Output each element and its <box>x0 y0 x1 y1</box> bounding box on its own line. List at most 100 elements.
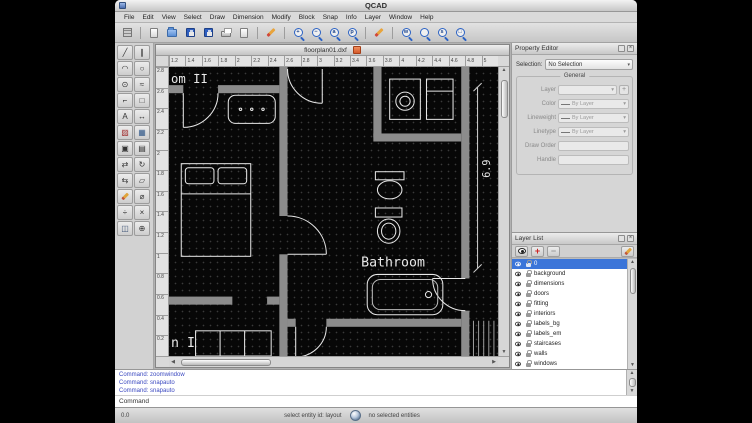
scroll-up-icon[interactable]: ▲ <box>499 67 509 74</box>
layer-row[interactable]: windows <box>512 359 627 369</box>
layer-row[interactable]: fitting <box>512 299 627 309</box>
open-file-button[interactable] <box>164 25 180 41</box>
layer-visible-icon[interactable] <box>515 282 521 287</box>
add-layer-button[interactable]: + <box>531 246 544 257</box>
layer-visible-icon[interactable] <box>515 322 521 327</box>
edit-tool[interactable] <box>117 189 133 204</box>
title-bar[interactable]: QCAD <box>115 0 637 12</box>
menu-modify[interactable]: Modify <box>268 14 295 21</box>
rectangle-tool[interactable]: □ <box>134 93 150 108</box>
document-close-button[interactable] <box>353 46 361 54</box>
document-titlebar[interactable]: floorplan01.dxf <box>156 45 509 56</box>
scroll-left-icon[interactable]: ◀ <box>169 359 177 365</box>
panel-close-button[interactable]: × <box>627 45 634 52</box>
layer-scroll-thumb[interactable] <box>630 268 636 294</box>
layer-row[interactable]: walls <box>512 349 627 359</box>
layer-combobox[interactable]: ▾ <box>558 85 617 95</box>
menu-draw[interactable]: Draw <box>206 14 229 21</box>
menu-file[interactable]: File <box>120 14 138 21</box>
layer-visible-icon[interactable] <box>515 302 521 307</box>
zoom-auto-button[interactable]: a <box>326 25 342 41</box>
scroll-up-icon[interactable]: ▲ <box>627 370 637 377</box>
zoom-pan-button[interactable] <box>416 25 432 41</box>
horizontal-scroll-thumb[interactable] <box>181 359 271 366</box>
print-button[interactable] <box>218 25 234 41</box>
layer-visible-icon[interactable] <box>515 362 521 367</box>
vertical-scrollbar[interactable]: ▲ ▼ <box>498 67 509 356</box>
draworder-input[interactable] <box>558 141 629 151</box>
command-line[interactable]: Command <box>115 395 637 407</box>
draw-edit-button[interactable] <box>263 25 279 41</box>
edit-layer-mini-button[interactable]: + <box>619 85 629 95</box>
delete-tool[interactable]: × <box>134 205 150 220</box>
command-scroll-thumb[interactable] <box>629 378 636 387</box>
ellipse-tool[interactable]: ⊙ <box>117 77 133 92</box>
menu-snap[interactable]: Snap <box>319 14 342 21</box>
parallel-tool[interactable]: ∥ <box>134 45 150 60</box>
layer-row[interactable]: 0 <box>512 259 627 269</box>
menu-info[interactable]: Info <box>342 14 361 21</box>
layer-row[interactable]: background <box>512 269 627 279</box>
layer-lock-icon[interactable] <box>526 293 531 297</box>
layer-lock-icon[interactable] <box>526 363 531 367</box>
menu-block[interactable]: Block <box>295 14 319 21</box>
scroll-down-icon[interactable]: ▼ <box>627 388 637 395</box>
layer-visible-icon[interactable] <box>515 312 521 317</box>
menu-edit[interactable]: Edit <box>138 14 157 21</box>
polyline-tool[interactable]: ⌐ <box>117 93 133 108</box>
hatch-tool[interactable]: ▨ <box>117 125 133 140</box>
zoom-in-button[interactable]: + <box>290 25 306 41</box>
layer-visible-icon[interactable] <box>515 332 521 337</box>
layer-visible-icon[interactable] <box>515 292 521 297</box>
zoom-previous-button[interactable]: p <box>344 25 360 41</box>
image-tool[interactable]: ▦ <box>134 125 150 140</box>
menu-layer[interactable]: Layer <box>361 14 385 21</box>
menu-dimension[interactable]: Dimension <box>229 14 268 21</box>
measure-tool[interactable]: ⌀ <box>134 189 150 204</box>
panel-float-button[interactable] <box>618 235 625 242</box>
layer-row[interactable]: labels_em <box>512 329 627 339</box>
handle-input[interactable] <box>558 155 629 165</box>
toggle-all-layers-button[interactable] <box>515 246 528 257</box>
layer-lock-icon[interactable] <box>526 303 531 307</box>
layer-visible-icon[interactable] <box>515 342 521 347</box>
layer-lock-icon[interactable] <box>526 353 531 357</box>
save-as-button[interactable] <box>200 25 216 41</box>
block-tool[interactable]: ▣ <box>117 141 133 156</box>
selection-combobox[interactable]: No Selection ▾ <box>545 59 633 70</box>
layer-visible-icon[interactable] <box>515 262 521 267</box>
spline-tool[interactable]: ≈ <box>134 77 150 92</box>
scroll-right-icon[interactable]: ▶ <box>490 359 498 365</box>
panel-float-button[interactable] <box>618 45 625 52</box>
layer-lock-icon[interactable] <box>526 273 531 277</box>
text-tool[interactable]: A <box>117 109 133 124</box>
rotate-tool[interactable]: ↻ <box>134 157 150 172</box>
save-button[interactable] <box>182 25 198 41</box>
scroll-up-icon[interactable]: ▲ <box>628 259 637 266</box>
library-tool[interactable]: ▤ <box>134 141 150 156</box>
scroll-down-icon[interactable]: ▼ <box>499 349 509 356</box>
print-preview-button[interactable] <box>236 25 252 41</box>
widget-grid-button[interactable] <box>119 25 135 41</box>
zoom-selection-button[interactable]: s <box>434 25 450 41</box>
remove-layer-button[interactable]: − <box>547 246 560 257</box>
menu-help[interactable]: Help <box>416 14 437 21</box>
layer-lock-icon[interactable] <box>526 263 531 267</box>
layer-row[interactable]: labels_bg <box>512 319 627 329</box>
linetype-combobox[interactable]: By Layer ▾ <box>558 127 629 137</box>
redraw-button[interactable] <box>371 25 387 41</box>
menu-select[interactable]: Select <box>180 14 206 21</box>
circle-tool[interactable]: ○ <box>134 61 150 76</box>
color-combobox[interactable]: By Layer ▾ <box>558 99 629 109</box>
layer-list-scrollbar[interactable]: ▲ ▼ <box>627 259 637 369</box>
divide-tool[interactable]: ÷ <box>117 205 133 220</box>
mirror-tool[interactable]: ⇆ <box>117 173 133 188</box>
edit-layer-button[interactable] <box>621 246 634 257</box>
layer-lock-icon[interactable] <box>526 343 531 347</box>
layer-lock-icon[interactable] <box>526 333 531 337</box>
scale-tool[interactable]: ▱ <box>134 173 150 188</box>
dimension-tool[interactable]: ↔ <box>134 109 150 124</box>
menu-window[interactable]: Window <box>385 14 416 21</box>
horizontal-scrollbar[interactable]: ◀ ▶ <box>169 357 498 367</box>
layer-visible-icon[interactable] <box>515 272 521 277</box>
